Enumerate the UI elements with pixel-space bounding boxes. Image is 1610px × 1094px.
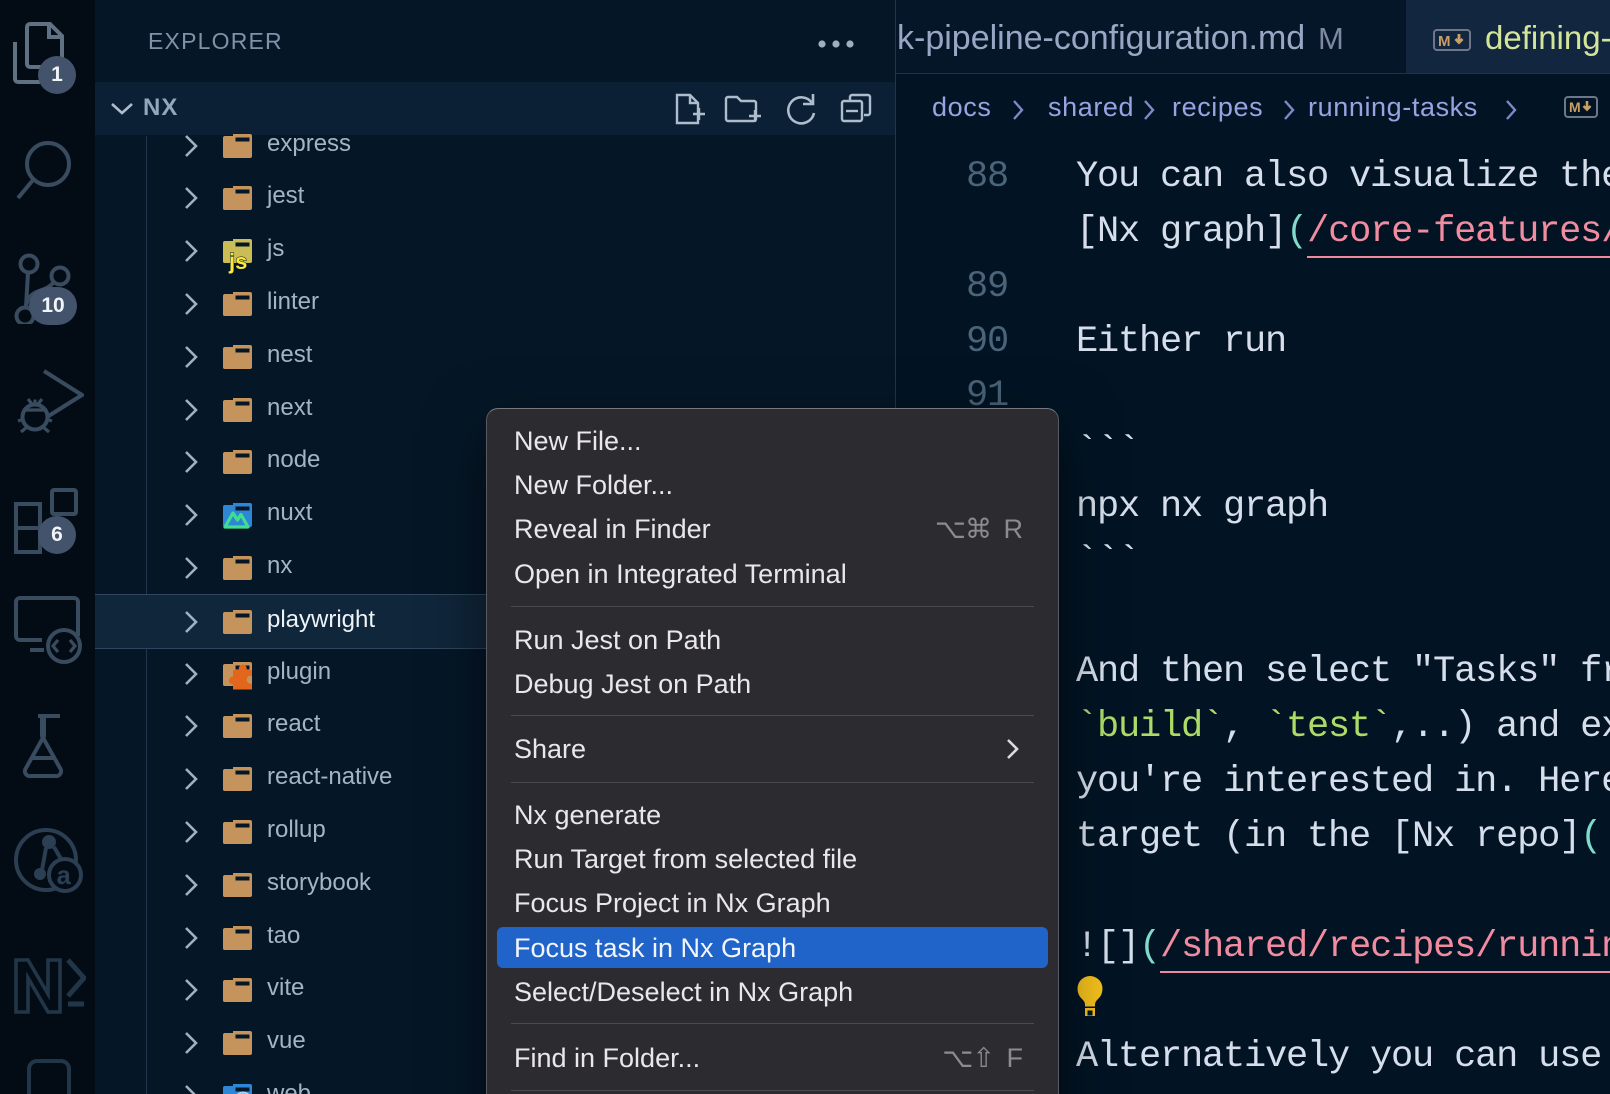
svg-text:js: js [228,249,247,274]
svg-text:M: M [1569,99,1581,115]
svg-text:M: M [1438,33,1451,50]
svg-text:a: a [56,862,72,892]
